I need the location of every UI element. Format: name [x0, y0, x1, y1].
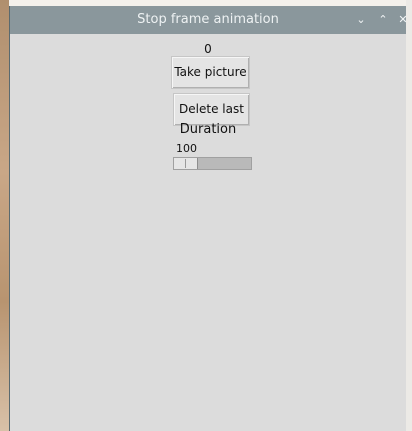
duration-value: 100: [176, 142, 197, 155]
desktop-edge: [406, 0, 412, 431]
duration-slider-handle[interactable]: [174, 158, 198, 169]
maximize-icon[interactable]: ⌃: [376, 13, 390, 27]
frame-counter: 0: [204, 42, 212, 56]
window-titlebar[interactable]: Stop frame animation ⌄ ⌃ ✕: [10, 6, 408, 34]
window-title: Stop frame animation: [137, 12, 279, 27]
desktop-background: [0, 0, 9, 431]
minimize-icon[interactable]: ⌄: [354, 13, 368, 27]
close-icon[interactable]: ✕: [396, 13, 410, 27]
duration-slider[interactable]: [173, 157, 252, 170]
app-window: Stop frame animation ⌄ ⌃ ✕ 0 Take pictur…: [9, 6, 408, 431]
slider-grip: [185, 159, 186, 168]
duration-label: Duration: [179, 122, 237, 137]
take-picture-button[interactable]: Take picture: [171, 56, 250, 89]
